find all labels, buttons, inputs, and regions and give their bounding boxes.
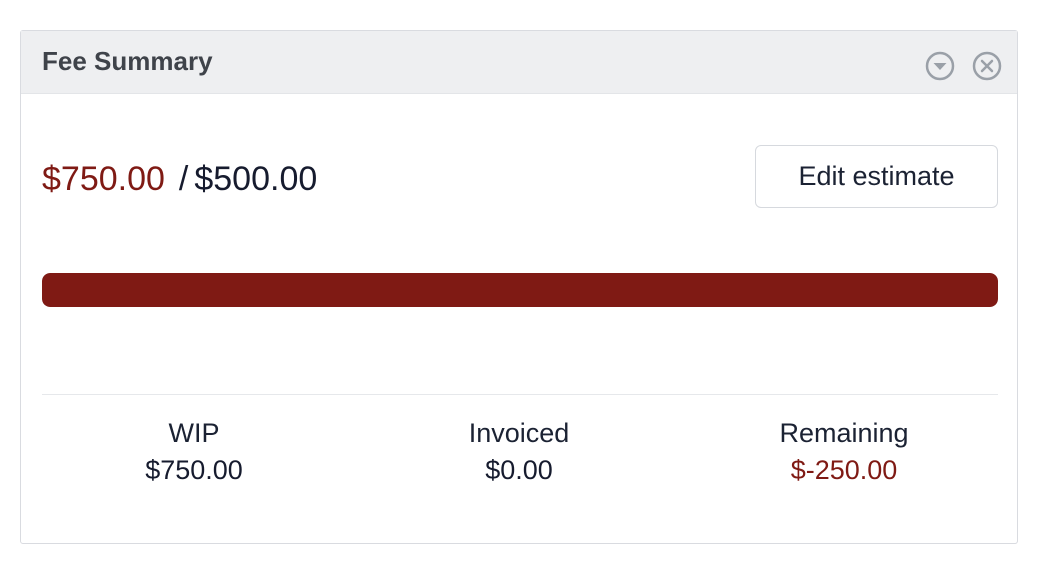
stat-invoiced: Invoiced $0.00 — [359, 416, 679, 490]
stat-wip: WIP $750.00 — [34, 416, 354, 490]
stat-label: Remaining — [779, 418, 909, 448]
panel-title: Fee Summary — [42, 46, 213, 76]
chevron-down-circle-icon[interactable] — [924, 50, 956, 82]
stat-label: Invoiced — [468, 418, 570, 448]
divider — [42, 394, 998, 395]
edit-estimate-button[interactable]: Edit estimate — [755, 145, 998, 208]
fee-summary-panel: Fee Summary $750.00 /$500.00 Edit estimat… — [20, 30, 1018, 544]
stat-label: WIP — [168, 418, 220, 448]
budget-amounts: $750.00 /$500.00 — [42, 159, 317, 199]
stat-value: $0.00 — [485, 455, 553, 485]
close-circle-icon[interactable] — [971, 50, 1003, 82]
estimate-amount: $500.00 — [194, 160, 318, 198]
budget-progress-fill — [42, 273, 998, 307]
amount-separator: / — [178, 160, 189, 198]
panel-header: Fee Summary — [21, 31, 1017, 94]
budget-progress-bar — [42, 273, 998, 307]
stat-value: $-250.00 — [790, 455, 898, 485]
stat-value: $750.00 — [145, 455, 243, 485]
spent-amount: $750.00 — [42, 160, 165, 198]
stat-remaining: Remaining $-250.00 — [684, 416, 1004, 490]
